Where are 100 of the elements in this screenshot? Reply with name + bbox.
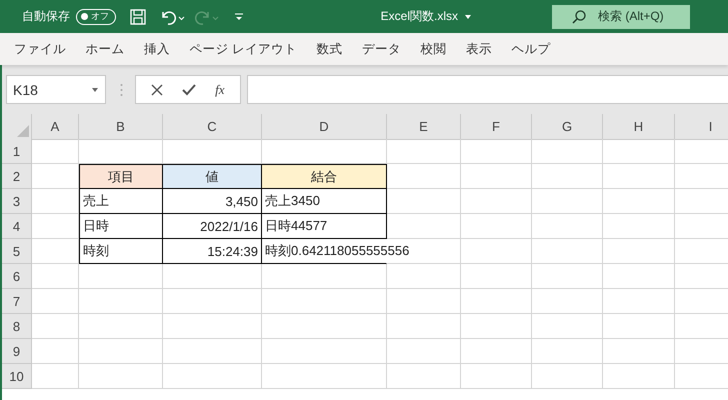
grid-cell[interactable] <box>387 214 461 239</box>
check-icon[interactable] <box>182 84 196 96</box>
grid-cell[interactable] <box>387 314 461 339</box>
row-header[interactable]: 9 <box>2 339 32 364</box>
row-header[interactable]: 1 <box>2 139 32 164</box>
grid-cell[interactable] <box>32 314 79 339</box>
grid-cell[interactable] <box>532 214 603 239</box>
grid-cell[interactable] <box>461 364 532 389</box>
grid-cell[interactable] <box>79 264 163 289</box>
formula-input[interactable] <box>247 75 728 104</box>
row-header[interactable]: 6 <box>2 264 32 289</box>
grid-cell[interactable] <box>79 364 163 389</box>
grid-cell[interactable] <box>532 139 603 164</box>
insert-function-button[interactable]: fx <box>215 82 225 98</box>
grid-cell[interactable] <box>603 164 675 189</box>
column-header[interactable]: D <box>262 114 387 140</box>
grid-cell[interactable] <box>603 339 675 364</box>
grid-cell[interactable] <box>532 314 603 339</box>
column-header[interactable]: A <box>32 114 79 140</box>
grid-cell[interactable] <box>532 339 603 364</box>
grid-cell[interactable] <box>163 314 262 339</box>
grid-cell[interactable] <box>163 264 262 289</box>
grid-cell[interactable] <box>461 264 532 289</box>
customize-icon[interactable] <box>234 12 244 22</box>
grid-cell[interactable] <box>79 314 163 339</box>
ribbon-tab[interactable]: 挿入 <box>136 36 178 62</box>
name-box[interactable]: K18 <box>6 75 106 104</box>
grid-cell[interactable] <box>79 289 163 314</box>
grid-cell[interactable] <box>532 164 603 189</box>
grid-cell[interactable] <box>461 139 532 164</box>
grid-cell[interactable] <box>461 189 532 214</box>
ribbon-tab[interactable]: 表示 <box>458 36 500 62</box>
column-header[interactable]: C <box>163 114 262 140</box>
grid-cell[interactable] <box>461 239 532 264</box>
column-header[interactable]: I <box>675 114 728 140</box>
grid-cell[interactable] <box>532 264 603 289</box>
autosave-toggle[interactable]: オフ <box>76 8 116 24</box>
grid-cell[interactable] <box>387 364 461 389</box>
row-header[interactable]: 7 <box>2 289 32 314</box>
grid-cell[interactable] <box>262 339 387 364</box>
ribbon-tab[interactable]: ヘルプ <box>503 36 558 62</box>
grid-cell[interactable] <box>603 364 675 389</box>
column-header[interactable]: H <box>603 114 675 140</box>
grid-cell[interactable] <box>32 339 79 364</box>
grid-cell[interactable] <box>387 289 461 314</box>
grid-cell[interactable] <box>532 364 603 389</box>
grid-cell[interactable] <box>387 339 461 364</box>
grid-cell[interactable] <box>461 214 532 239</box>
caret-icon[interactable] <box>464 14 472 20</box>
grid-cell[interactable] <box>32 289 79 314</box>
grid-cell[interactable] <box>603 139 675 164</box>
ribbon-tab[interactable]: データ <box>354 36 409 62</box>
caret-icon[interactable] <box>91 86 99 92</box>
undo-icon[interactable] <box>160 8 186 24</box>
grid-cell[interactable] <box>603 289 675 314</box>
grid-cell[interactable] <box>79 339 163 364</box>
grid-cell[interactable] <box>603 239 675 264</box>
grid-cell[interactable] <box>262 289 387 314</box>
column-header[interactable]: G <box>532 114 603 140</box>
grid-cell[interactable] <box>387 189 461 214</box>
grid-cell[interactable] <box>461 289 532 314</box>
grid-cell[interactable] <box>461 339 532 364</box>
grid-cell[interactable] <box>32 189 79 214</box>
row-header[interactable]: 8 <box>2 314 32 339</box>
grid-cell[interactable] <box>32 214 79 239</box>
cancel-icon[interactable] <box>151 84 164 96</box>
ribbon-tab[interactable]: ホーム <box>78 36 132 62</box>
grid-cell[interactable] <box>387 139 461 164</box>
grid-cell[interactable] <box>603 214 675 239</box>
grid-cell[interactable] <box>32 264 79 289</box>
column-header[interactable]: F <box>461 114 532 140</box>
grid-cell[interactable] <box>163 339 262 364</box>
row-header[interactable]: 2 <box>2 164 32 189</box>
search-field[interactable]: 検索 (Alt+Q) <box>552 4 690 28</box>
row-header[interactable]: 3 <box>2 189 32 214</box>
grid-cell[interactable] <box>532 189 603 214</box>
grid-cell[interactable] <box>603 264 675 289</box>
grid-cell[interactable] <box>603 314 675 339</box>
grid-cell[interactable] <box>32 364 79 389</box>
row-header[interactable]: 4 <box>2 214 32 239</box>
grid-cell[interactable] <box>163 364 262 389</box>
grid-cell[interactable] <box>387 264 461 289</box>
grid-cell[interactable] <box>32 239 79 264</box>
grid-cell[interactable] <box>532 239 603 264</box>
ribbon-tab[interactable]: 数式 <box>308 36 350 62</box>
grid-cell[interactable] <box>461 314 532 339</box>
grid-cell[interactable] <box>603 189 675 214</box>
row-header[interactable]: 10 <box>2 364 32 389</box>
grid-cell[interactable] <box>262 264 387 289</box>
select-all-icon[interactable] <box>17 125 29 137</box>
ribbon-tab[interactable]: 校閲 <box>412 36 454 62</box>
grid-cell[interactable] <box>262 314 387 339</box>
grid-cell[interactable] <box>262 364 387 389</box>
column-header[interactable]: B <box>79 114 163 140</box>
save-icon[interactable] <box>130 8 146 24</box>
ribbon-tab[interactable]: ページ レイアウト <box>182 36 305 62</box>
grid-cell[interactable] <box>461 164 532 189</box>
ribbon-tab[interactable]: ファイル <box>6 36 74 62</box>
grid-cell[interactable] <box>32 139 79 164</box>
grid-cell[interactable] <box>387 164 461 189</box>
